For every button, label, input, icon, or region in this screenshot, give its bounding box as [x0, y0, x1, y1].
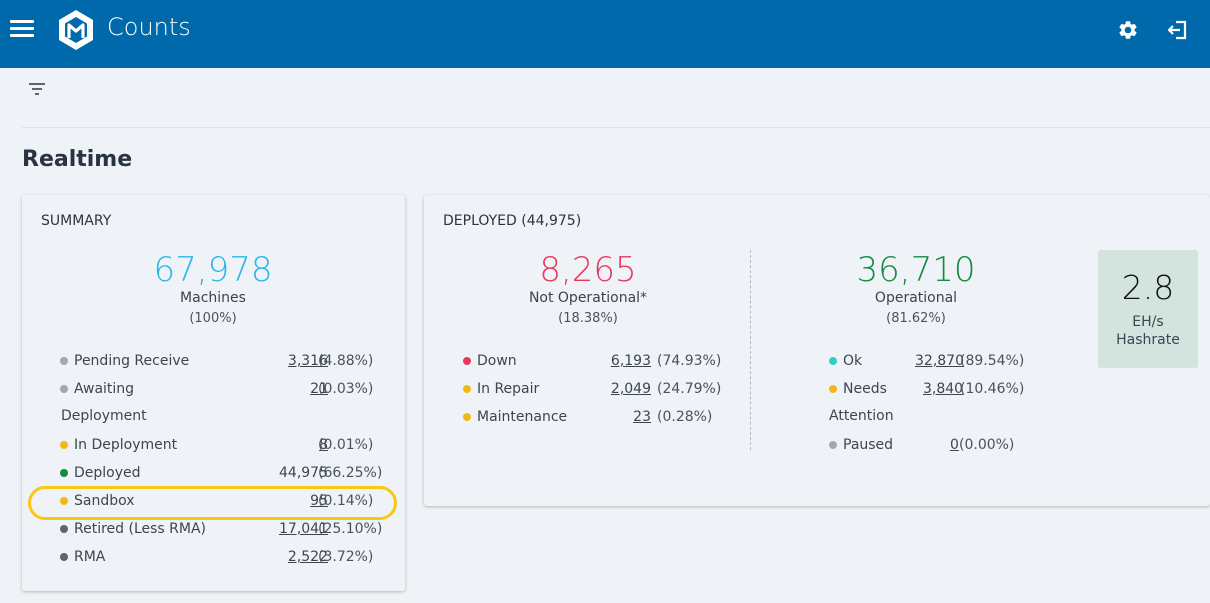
row-pct: (25.10%) — [318, 521, 383, 537]
not-operational-label: Not Operational* — [528, 290, 648, 306]
maintenance-count-link[interactable]: 23 — [633, 407, 651, 427]
row-label: Paused — [843, 437, 894, 453]
summary-row-in-deployment: In Deployment 8 (0.01%) — [60, 435, 380, 455]
summary-row-rma: RMA 2,522 (3.72%) — [60, 547, 380, 567]
machines-total-label: Machines — [180, 290, 246, 306]
machines-total-value: 67,978 — [153, 250, 273, 290]
row-label: Deployed — [74, 465, 141, 481]
status-dot — [829, 385, 837, 393]
status-dot — [60, 357, 68, 365]
in-repair-count-link[interactable]: 2,049 — [611, 379, 651, 399]
status-dot — [60, 441, 68, 449]
row-pct: (0.01%) — [318, 437, 374, 453]
ok-count-link[interactable]: 32,870 — [915, 351, 964, 371]
row-label: Retired (Less RMA) — [74, 521, 207, 537]
deployed-row-ok: Ok 32,870 (89.54%) — [829, 351, 1029, 371]
hashrate-value: 2.8 — [1121, 268, 1175, 307]
app-logo-icon — [59, 10, 93, 50]
summary-card-title: SUMMARY — [41, 213, 112, 229]
summary-row-retired: Retired (Less RMA) 17,041 (25.10%) — [60, 519, 383, 539]
row-pct: (74.93%) — [657, 353, 722, 369]
status-dot — [829, 357, 837, 365]
machines-total: 67,978 Machines (100%) — [113, 252, 313, 326]
row-label: Ok — [843, 353, 863, 369]
row-pct: (66.25%) — [318, 465, 383, 481]
divider — [22, 127, 1210, 128]
summary-row-awaiting: Awaiting 21 (0.03%) — [60, 379, 380, 399]
status-dot — [60, 553, 68, 561]
row-pct: (0.28%) — [657, 409, 713, 425]
filter-icon[interactable] — [29, 82, 45, 96]
machines-total-pct: (100%) — [189, 311, 237, 326]
row-label: Needs — [843, 381, 887, 397]
status-dot — [463, 413, 471, 421]
menu-icon[interactable] — [10, 20, 34, 40]
row-label-continuation: Attention — [829, 408, 894, 424]
deployed-card: DEPLOYED (44,975) 8,265 Not Operational*… — [424, 195, 1210, 506]
row-label: In Repair — [477, 381, 540, 397]
not-operational-value: 8,265 — [539, 250, 637, 290]
summary-row-deployed: Deployed 44,975 (66.25%) — [60, 463, 383, 483]
row-label: In Deployment — [74, 437, 178, 453]
status-dot — [60, 469, 68, 477]
hashrate-label: Hashrate — [1116, 332, 1180, 348]
logout-icon[interactable] — [1166, 18, 1190, 42]
operational-value: 36,710 — [856, 250, 976, 290]
hashrate-unit: EH/s — [1132, 314, 1164, 330]
column-divider — [750, 250, 751, 450]
row-label: Maintenance — [477, 409, 568, 425]
row-pct: (24.79%) — [657, 381, 722, 397]
paused-count-link[interactable]: 0 — [950, 435, 959, 455]
down-count-link[interactable]: 6,193 — [611, 351, 651, 371]
row-label: Down — [477, 353, 517, 369]
row-label-continuation: Deployment — [61, 408, 147, 424]
row-label: RMA — [74, 549, 106, 565]
status-dot — [463, 357, 471, 365]
status-dot — [829, 441, 837, 449]
top-app-bar: Counts — [0, 0, 1210, 68]
status-dot — [60, 385, 68, 393]
deployed-row-needs-attention: Needs 3,840 (10.46%) — [829, 379, 1029, 399]
deployed-row-maintenance: Maintenance 23 (0.28%) — [463, 407, 723, 427]
row-label: Pending Receive — [74, 353, 190, 369]
summary-row-pending-receive: Pending Receive 3,316 (4.88%) — [60, 351, 380, 371]
summary-card: SUMMARY 67,978 Machines (100%) Pending R… — [22, 195, 405, 591]
row-pct: (89.54%) — [960, 353, 1025, 369]
deployed-card-title: DEPLOYED (44,975) — [443, 213, 582, 229]
not-operational-total: 8,265 Not Operational* (18.38%) — [488, 252, 688, 326]
row-pct: (0.03%) — [318, 381, 374, 397]
operational-pct: (81.62%) — [886, 311, 946, 326]
row-pct: (4.88%) — [318, 353, 374, 369]
operational-total: 36,710 Operational (81.62%) — [816, 252, 1016, 326]
deployed-row-paused: Paused 0 (0.00%) — [829, 435, 1029, 455]
operational-label: Operational — [874, 290, 958, 306]
status-dot — [60, 525, 68, 533]
row-label: Awaiting — [74, 381, 135, 397]
not-operational-pct: (18.38%) — [558, 311, 618, 326]
app-title: Counts — [107, 13, 191, 41]
hashrate-tile: 2.8 EH/s Hashrate — [1098, 250, 1198, 368]
row-pct: (3.72%) — [318, 549, 374, 565]
row-pct: (0.00%) — [959, 437, 1015, 453]
needs-attention-count-link[interactable]: 3,840 — [923, 379, 963, 399]
deployed-row-in-repair: In Repair 2,049 (24.79%) — [463, 379, 723, 399]
deployed-row-down: Down 6,193 (74.93%) — [463, 351, 723, 371]
sandbox-highlight-annotation — [28, 486, 397, 520]
row-pct: (10.46%) — [960, 381, 1025, 397]
section-title: Realtime — [22, 147, 133, 172]
gear-icon[interactable] — [1117, 19, 1139, 41]
status-dot — [463, 385, 471, 393]
